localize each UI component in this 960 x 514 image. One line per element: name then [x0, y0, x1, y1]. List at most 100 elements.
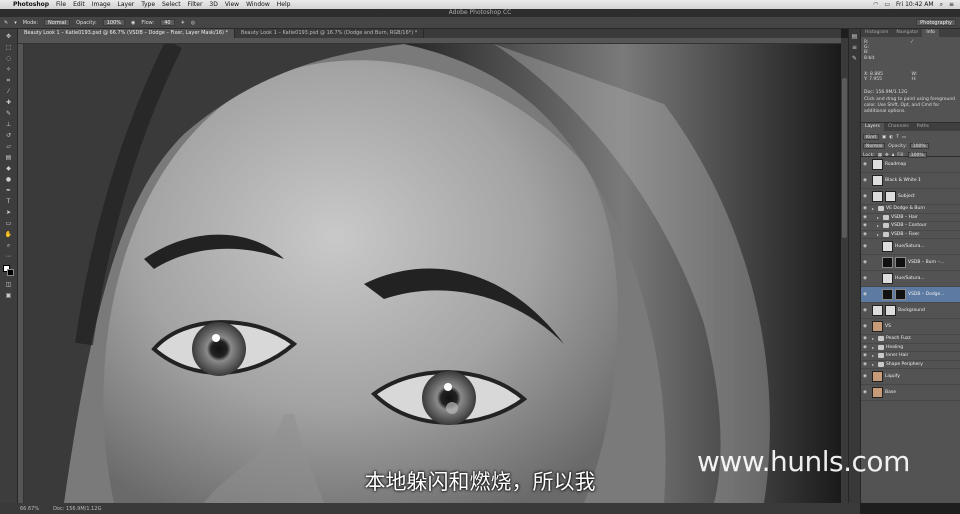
- layer-thumbnail[interactable]: [882, 289, 893, 300]
- group-expand-icon[interactable]: ▸: [872, 362, 876, 367]
- menu-layer[interactable]: Layer: [118, 1, 135, 8]
- layer-group-row[interactable]: ◉ ▸ VSDB – Fixer: [861, 231, 960, 239]
- pressure-opacity-icon[interactable]: ◉: [131, 20, 135, 26]
- visibility-eye-icon[interactable]: ◉: [863, 223, 868, 228]
- visibility-eye-icon[interactable]: ◉: [863, 345, 868, 350]
- layer-group-row[interactable]: ◉ ▸ Peach Fuzz: [861, 335, 960, 344]
- lock-all-icon[interactable]: 🔒︎: [892, 152, 894, 158]
- flow-field[interactable]: 40: [160, 19, 175, 26]
- menu-type[interactable]: Type: [141, 1, 155, 8]
- tab-info[interactable]: Info: [922, 29, 939, 37]
- eraser-tool-icon[interactable]: ▱: [4, 143, 14, 150]
- brush-size-picker[interactable]: ▾: [14, 20, 17, 26]
- layer-row[interactable]: ◉ Hue/Satura...: [861, 271, 960, 287]
- group-expand-icon[interactable]: ▸: [872, 353, 876, 358]
- layer-name[interactable]: VSDB – Fixer: [891, 232, 919, 237]
- menu-3d[interactable]: 3D: [209, 1, 217, 8]
- layer-name[interactable]: Shape Periphery: [886, 362, 923, 367]
- layer-thumbnail[interactable]: [872, 321, 883, 332]
- stamp-tool-icon[interactable]: ⊥: [4, 121, 14, 128]
- marquee-tool-icon[interactable]: ⬚: [4, 44, 14, 51]
- layer-row[interactable]: ◉ Background: [861, 303, 960, 319]
- visibility-eye-icon[interactable]: ◉: [863, 206, 868, 211]
- tab-document-1[interactable]: Beauty Look 1 – Katie0193.psd @ 66.7% (V…: [18, 29, 236, 38]
- healing-tool-icon[interactable]: ✚: [4, 99, 14, 106]
- tab-layers[interactable]: Layers: [861, 123, 884, 131]
- layer-row[interactable]: ◉ VSDB – Dodge...: [861, 287, 960, 303]
- layer-row[interactable]: ◉ Hue/Satura...: [861, 239, 960, 255]
- lasso-tool-icon[interactable]: ◌: [4, 55, 14, 62]
- layer-fill-field[interactable]: 100%: [907, 152, 927, 158]
- layer-name[interactable]: VS: [885, 324, 891, 329]
- filter-pixel-icon[interactable]: ▣: [882, 135, 886, 140]
- zoom-tool-icon[interactable]: ⌕: [4, 242, 14, 249]
- layer-group-row[interactable]: ◉ ▸ VSDB – Contour: [861, 222, 960, 231]
- layer-thumbnail[interactable]: [882, 241, 893, 252]
- visibility-eye-icon[interactable]: ◉: [863, 162, 868, 167]
- layer-name[interactable]: Hue/Satura...: [895, 276, 925, 281]
- layer-name[interactable]: Peach Fuzz: [886, 336, 911, 341]
- filter-shape-icon[interactable]: ▭: [902, 135, 906, 140]
- path-select-tool-icon[interactable]: ➤: [4, 209, 14, 216]
- group-expand-icon[interactable]: ▸: [877, 223, 881, 228]
- properties-panel-icon[interactable]: ≡: [850, 44, 860, 51]
- lock-pixels-icon[interactable]: ▦: [878, 153, 882, 158]
- layer-name[interactable]: VSDB – Contour: [891, 223, 927, 228]
- visibility-eye-icon[interactable]: ◉: [863, 260, 868, 265]
- dodge-tool-icon[interactable]: ●: [4, 176, 14, 183]
- group-expand-icon[interactable]: ▸: [877, 232, 881, 237]
- gradient-tool-icon[interactable]: ▤: [4, 154, 14, 161]
- visibility-eye-icon[interactable]: ◉: [863, 390, 868, 395]
- layer-name[interactable]: VSDB – Dodge...: [908, 292, 945, 297]
- mode-select[interactable]: Normal: [44, 19, 71, 26]
- group-expand-icon[interactable]: ▸: [872, 206, 876, 211]
- document-canvas[interactable]: [24, 44, 841, 503]
- layer-thumbnail[interactable]: [872, 175, 883, 186]
- list-icon[interactable]: ≡: [949, 1, 954, 8]
- history-panel-icon[interactable]: ▤: [850, 33, 860, 40]
- layer-thumbnail[interactable]: [882, 273, 893, 284]
- menu-app-name[interactable]: Photoshop: [13, 1, 49, 8]
- visibility-eye-icon[interactable]: ◉: [863, 336, 868, 341]
- type-tool-icon[interactable]: T: [4, 198, 14, 205]
- tab-navigator[interactable]: Navigator: [892, 29, 922, 37]
- airbrush-icon[interactable]: ✈: [181, 20, 185, 26]
- menu-select[interactable]: Select: [162, 1, 181, 8]
- layer-group-row[interactable]: ◉ ▸ VE Dodge & Burn: [861, 205, 960, 214]
- brush-preset-icon[interactable]: ✎: [4, 20, 8, 26]
- layer-mask-thumbnail[interactable]: [885, 305, 896, 316]
- layer-name[interactable]: Hue/Satura...: [895, 244, 925, 249]
- brush-panel-icon[interactable]: ✎: [850, 55, 860, 62]
- layer-name[interactable]: Inner Hair: [886, 353, 908, 358]
- layer-thumbnail[interactable]: [872, 371, 883, 382]
- layer-mask-thumbnail[interactable]: [885, 191, 896, 202]
- layer-group-row[interactable]: ◉ ▸ Healing: [861, 344, 960, 352]
- layer-row[interactable]: ◉ Liquify: [861, 369, 960, 385]
- visibility-eye-icon[interactable]: ◉: [863, 244, 868, 249]
- layer-name[interactable]: VSDB – Hair: [891, 215, 918, 220]
- layer-name[interactable]: Roadmap: [885, 162, 906, 167]
- brush-tool-icon[interactable]: ✎: [4, 110, 14, 117]
- workspace-select[interactable]: Photography: [916, 19, 956, 26]
- layer-thumbnail[interactable]: [872, 159, 883, 170]
- layer-thumbnail[interactable]: [882, 257, 893, 268]
- clock[interactable]: Fri 10:42 AM: [896, 1, 934, 8]
- battery-icon[interactable]: ▭: [884, 1, 890, 8]
- tab-histogram[interactable]: Histogram: [861, 29, 892, 37]
- color-swatches[interactable]: [2, 265, 16, 277]
- zoom-level[interactable]: 66.67%: [20, 506, 39, 512]
- visibility-eye-icon[interactable]: ◉: [863, 308, 868, 313]
- menu-image[interactable]: Image: [92, 1, 111, 8]
- visibility-eye-icon[interactable]: ◉: [863, 215, 868, 220]
- tab-paths[interactable]: Paths: [913, 123, 933, 131]
- layer-group-row[interactable]: ◉ ▸ Shape Periphery: [861, 361, 960, 369]
- layer-name[interactable]: Subject: [898, 194, 915, 199]
- group-expand-icon[interactable]: ▸: [872, 336, 876, 341]
- visibility-eye-icon[interactable]: ◉: [863, 374, 868, 379]
- group-expand-icon[interactable]: ▸: [877, 215, 881, 220]
- layer-row[interactable]: ◉ Base: [861, 385, 960, 401]
- layer-name[interactable]: VE Dodge & Burn: [886, 206, 925, 211]
- tab-channels[interactable]: Channels: [884, 123, 913, 131]
- visibility-eye-icon[interactable]: ◉: [863, 324, 868, 329]
- layer-mask-thumbnail[interactable]: [895, 257, 906, 268]
